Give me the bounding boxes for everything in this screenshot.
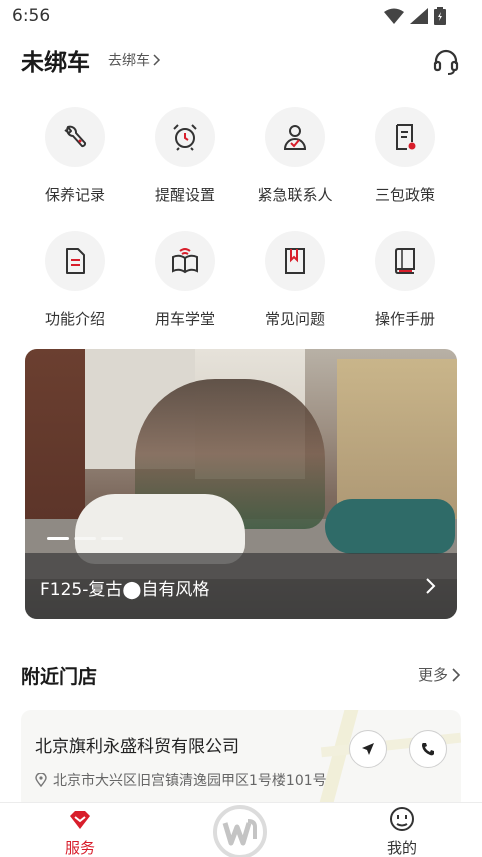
service-label: 功能介绍 [44,310,105,328]
alarm-clock-icon [173,124,197,151]
bottom-tab-bar: 服务 我的 [0,802,482,857]
brand-logo-button[interactable] [213,805,267,857]
service-feature-intro[interactable]: 功能介绍 [20,229,130,339]
service-user-manual[interactable]: 操作手册 [350,229,460,339]
service-warranty-policy[interactable]: 三包政策 [350,105,460,215]
service-label: 常见问题 [264,310,325,328]
service-reminder-settings[interactable]: 提醒设置 [130,105,240,215]
more-label: 更多 [417,666,448,684]
tab-service[interactable]: 服务 [40,803,120,857]
document-icon [66,248,85,274]
chevron-right-icon [153,54,161,66]
chevron-right-icon[interactable] [425,577,437,595]
service-faq[interactable]: 常见问题 [240,229,350,339]
service-label: 用车学堂 [154,310,215,328]
service-riding-school[interactable]: 用车学堂 [130,229,240,339]
service-icon-bg [375,107,435,167]
service-maintenance-record[interactable]: 保养记录 [20,105,130,215]
status-bar: 6:56 [0,0,482,32]
banner-dot [47,537,69,540]
service-icon-bg [375,231,435,291]
service-heart-icon [70,811,90,829]
wrench-icon [64,125,87,148]
nearby-stores-header: 附近门店 更多 [21,660,461,690]
user-face-icon [390,807,414,831]
bind-vehicle-link[interactable]: 去绑车 [108,50,161,70]
brand-logo-icon [222,819,257,846]
page-title: 未绑车 [21,50,90,76]
chevron-right-icon [452,667,461,682]
manual-icon [395,248,415,274]
tab-label: 服务 [64,839,95,857]
navigation-arrow-icon [362,743,374,755]
more-stores-link[interactable]: 更多 [418,664,461,685]
service-icon-bg [265,107,325,167]
banner-photo-scooter [325,499,455,554]
banner-caption: F125-复古⬤自有风格 [40,580,210,600]
service-icon-bg [155,107,215,167]
call-store-button[interactable] [409,730,447,768]
service-label: 操作手册 [374,310,435,328]
promo-banner[interactable]: F125-复古⬤自有风格 [25,349,457,619]
banner-dot [101,537,123,540]
battery-icon [434,7,446,25]
store-card[interactable]: 北京旗利永盛科贸有限公司 北京市大兴区旧宫镇清逸园甲区1号楼101号 [21,710,461,810]
store-address: 北京市大兴区旧宫镇清逸园甲区1号楼101号 [53,773,327,789]
navigate-button[interactable] [349,730,387,768]
signal-icon [410,8,428,24]
phone-icon [422,743,434,756]
contact-icon [283,125,307,150]
tab-mine[interactable]: 我的 [362,803,442,857]
service-label: 紧急联系人 [257,186,333,204]
tab-label: 我的 [386,839,417,857]
open-book-icon [172,248,198,274]
banner-pagination [47,537,123,540]
service-icon-bg [265,231,325,291]
policy-doc-icon [396,124,416,150]
service-icon-bg [45,107,105,167]
bookmark-icon [285,248,305,274]
service-label: 三包政策 [374,186,435,204]
service-icon-bg [155,231,215,291]
store-address-row: 北京市大兴区旧宫镇清逸园甲区1号楼101号 [35,770,327,790]
service-label: 保养记录 [44,186,105,204]
service-icon-bg [45,231,105,291]
service-emergency-contact[interactable]: 紧急联系人 [240,105,350,215]
status-time: 6:56 [12,6,51,26]
section-title: 附近门店 [21,666,98,688]
page-header: 未绑车 去绑车 [0,38,482,82]
service-label: 提醒设置 [154,186,215,204]
headset-icon[interactable] [432,48,460,76]
location-pin-icon [35,773,47,787]
bind-vehicle-label: 去绑车 [108,53,150,69]
wifi-icon [384,8,404,24]
banner-dot [74,537,96,540]
store-name: 北京旗利永盛科贸有限公司 [35,737,239,757]
